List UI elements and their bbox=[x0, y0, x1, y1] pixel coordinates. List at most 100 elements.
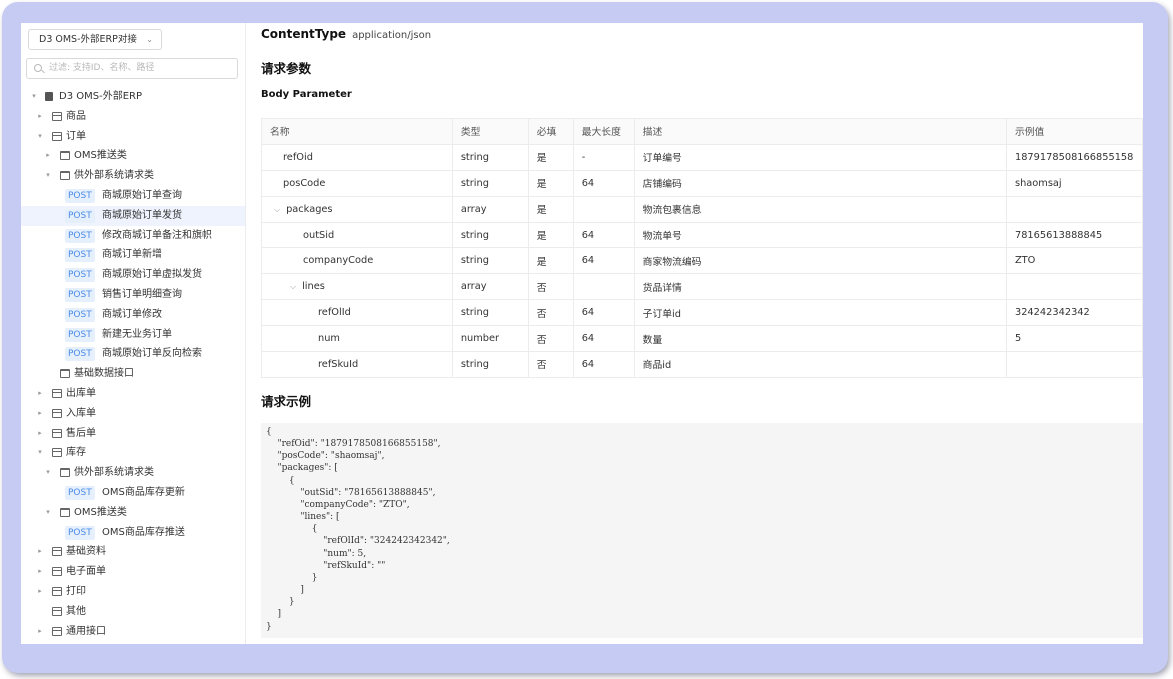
caret-down-icon[interactable]: ▾ bbox=[36, 443, 44, 463]
expand-toggle-icon[interactable]: ⌵ bbox=[274, 205, 280, 215]
col-header-type: 类型 bbox=[451, 118, 529, 145]
api-item[interactable]: POST 新建无业务订单 bbox=[21, 325, 245, 345]
api-item-label: 商城订单修改 bbox=[102, 308, 162, 320]
tree-item[interactable]: ▾ D3 OMS-外部ERP bbox=[21, 87, 245, 107]
tree-item-label: 电子面单 bbox=[66, 566, 106, 578]
param-type: array bbox=[451, 273, 529, 301]
tree-item[interactable]: 其他 bbox=[21, 602, 245, 622]
method-badge: POST bbox=[65, 307, 95, 322]
param-name: ⌵ lines bbox=[261, 273, 453, 301]
tree-item[interactable]: ▾ OMS推送类 bbox=[21, 503, 245, 523]
api-item[interactable]: POST 商城订单修改 bbox=[21, 305, 245, 325]
api-item-label: 修改商城订单备注和旗帜 bbox=[102, 229, 212, 241]
api-item[interactable]: POST 商城原始订单发货 bbox=[21, 205, 245, 226]
search-input[interactable]: 过滤: 支持ID、名称、路径 bbox=[26, 58, 238, 79]
search-icon bbox=[34, 64, 42, 72]
tree-item-label: 供外部系统请求类 bbox=[74, 467, 154, 479]
module-icon bbox=[52, 131, 62, 141]
api-item-label: 商城原始订单查询 bbox=[102, 189, 182, 201]
param-description: 店铺编码 bbox=[633, 169, 1007, 197]
tree-item-label: OMS推送类 bbox=[74, 150, 127, 162]
param-name: refOid bbox=[261, 143, 453, 171]
api-item[interactable]: POST 商城原始订单虚拟发货 bbox=[21, 265, 245, 285]
method-badge: POST bbox=[65, 287, 95, 302]
tree-item-label: 订单 bbox=[66, 130, 86, 142]
content-type: ContentType application/json bbox=[261, 27, 431, 41]
api-item-label: 新建无业务订单 bbox=[102, 328, 172, 340]
tree-item[interactable]: ▸ OMS推送类 bbox=[21, 146, 245, 166]
caret-down-icon[interactable]: ▾ bbox=[44, 503, 52, 523]
tree-item[interactable]: ▸ 电子面单 bbox=[21, 562, 245, 582]
api-item-label: OMS商品库存推送 bbox=[102, 526, 185, 538]
param-name: posCode bbox=[261, 169, 453, 197]
tree-item[interactable]: ▸ 商品 bbox=[21, 107, 245, 127]
param-name-text: posCode bbox=[283, 177, 326, 189]
caret-down-icon[interactable]: ▾ bbox=[44, 166, 52, 186]
param-name: companyCode bbox=[261, 247, 453, 275]
caret-right-icon[interactable]: ▸ bbox=[36, 562, 44, 582]
api-item[interactable]: POST 修改商城订单备注和旗帜 bbox=[21, 226, 245, 246]
param-example bbox=[1005, 351, 1143, 378]
method-badge: POST bbox=[65, 525, 95, 540]
caret-down-icon[interactable]: ▾ bbox=[44, 463, 52, 483]
tree-item[interactable]: ▸ 打印 bbox=[21, 582, 245, 602]
params-table: 名称 类型 必填 最大长度 描述 示例值 refOid string 是 - 订单编号 1… bbox=[261, 118, 1143, 378]
param-description: 商品id bbox=[633, 351, 1007, 378]
tree-item[interactable]: ▸ 通用接口 bbox=[21, 622, 245, 642]
api-tree: ▾ D3 OMS-外部ERP ▸ 商品 ▾ 订单 ▸ OMS推送类 ▾ 供外部系统请求类 POST 商… bbox=[21, 87, 245, 641]
project-selector[interactable]: D3 OMS-外部ERP对接 ⌄ bbox=[28, 29, 162, 50]
api-item-label: 商城原始订单发货 bbox=[102, 209, 182, 221]
tree-item-label: 售后单 bbox=[66, 427, 96, 439]
api-item[interactable]: POST 商城原始订单查询 bbox=[21, 186, 245, 206]
caret-right-icon[interactable]: ▸ bbox=[44, 146, 52, 166]
param-description: 物流包裹信息 bbox=[633, 195, 1007, 223]
tree-item[interactable]: ▸ 基础资料 bbox=[21, 542, 245, 562]
api-item[interactable]: POST 销售订单明细查询 bbox=[21, 285, 245, 305]
api-item-label: 销售订单明细查询 bbox=[102, 288, 182, 300]
table-header-row: 名称 类型 必填 最大长度 描述 示例值 bbox=[261, 118, 1143, 145]
tree-item[interactable]: ▾ 订单 bbox=[21, 127, 245, 147]
caret-right-icon[interactable]: ▸ bbox=[36, 622, 44, 642]
tree-item[interactable]: 基础数据接口 bbox=[21, 364, 245, 384]
tree-item-label: 其他 bbox=[66, 605, 86, 617]
caret-down-icon[interactable]: ▾ bbox=[36, 127, 44, 147]
param-max-length: 64 bbox=[572, 169, 635, 197]
tree-item[interactable]: ▸ 入库单 bbox=[21, 404, 245, 424]
caret-right-icon[interactable]: ▸ bbox=[36, 107, 44, 127]
param-name-text: refSkuId bbox=[318, 358, 359, 370]
tree-item[interactable]: ▾ 供外部系统请求类 bbox=[21, 166, 245, 186]
api-item[interactable]: POST OMS商品库存推送 bbox=[21, 523, 245, 543]
table-row: refOlId string 否 64 子订单id 324242342342 bbox=[261, 299, 1143, 327]
param-max-length bbox=[572, 273, 635, 301]
tree-item[interactable]: ▾ 库存 bbox=[21, 443, 245, 463]
tree-item[interactable]: ▾ 供外部系统请求类 bbox=[21, 463, 245, 483]
tree-item[interactable]: ▸ 出库单 bbox=[21, 384, 245, 404]
table-row: outSid string 是 64 物流单号 78165613888845 bbox=[261, 221, 1143, 249]
api-item[interactable]: POST 商城原始订单反向检索 bbox=[21, 344, 245, 364]
tree-item-label: D3 OMS-外部ERP bbox=[59, 91, 142, 102]
request-params-title: 请求参数 bbox=[261, 61, 312, 76]
param-max-length: 64 bbox=[572, 299, 635, 327]
project-icon bbox=[45, 92, 53, 101]
caret-down-icon[interactable]: ▾ bbox=[30, 87, 38, 107]
expand-toggle-icon[interactable]: ⌵ bbox=[290, 282, 296, 292]
param-name-text: refOid bbox=[283, 151, 313, 163]
param-example bbox=[1005, 273, 1143, 301]
caret-right-icon[interactable]: ▸ bbox=[36, 582, 44, 602]
caret-right-icon[interactable]: ▸ bbox=[36, 424, 44, 444]
caret-right-icon[interactable]: ▸ bbox=[36, 542, 44, 562]
param-type: array bbox=[451, 195, 529, 223]
method-badge: POST bbox=[65, 248, 95, 263]
param-type: number bbox=[451, 325, 529, 353]
tree-item-label: 基础资料 bbox=[66, 546, 106, 558]
param-required: 是 bbox=[527, 195, 574, 223]
method-badge: POST bbox=[65, 347, 95, 362]
api-item[interactable]: POST OMS商品库存更新 bbox=[21, 483, 245, 503]
api-item[interactable]: POST 商城订单新增 bbox=[21, 245, 245, 265]
caret-right-icon[interactable]: ▸ bbox=[36, 404, 44, 424]
param-name: refOlId bbox=[261, 299, 453, 327]
api-item-label: OMS商品库存更新 bbox=[102, 486, 185, 498]
caret-right-icon[interactable]: ▸ bbox=[36, 384, 44, 404]
request-example-code[interactable]: { "refOid": "1879178508166855158", "posC… bbox=[261, 423, 1143, 638]
tree-item[interactable]: ▸ 售后单 bbox=[21, 424, 245, 444]
